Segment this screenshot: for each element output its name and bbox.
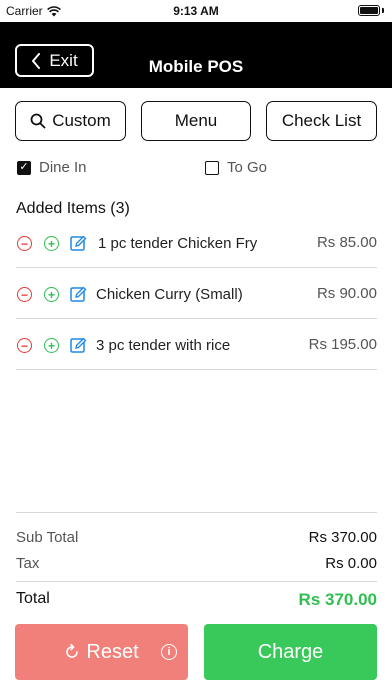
item-name: Chicken Curry (Small) <box>96 286 243 303</box>
edit-icon[interactable] <box>70 337 87 354</box>
dine-in-label: Dine In <box>39 159 87 176</box>
order-mode: ✓ Dine In To Go <box>0 159 392 179</box>
subtotal-value: Rs 370.00 <box>308 529 377 546</box>
items-heading: Added Items (3) <box>16 200 130 217</box>
minus-circle-icon[interactable]: − <box>17 236 32 251</box>
info-icon[interactable]: i <box>161 644 177 660</box>
charge-label: Charge <box>257 640 324 663</box>
search-icon <box>30 113 46 129</box>
charge-button[interactable]: Charge <box>204 624 377 680</box>
dine-in-checkbox[interactable]: ✓ <box>17 160 31 175</box>
battery-icon <box>358 5 384 17</box>
total-value: Rs 370.00 <box>298 590 377 609</box>
status-bar: Carrier 9:13 AM <box>0 0 392 22</box>
to-go-label: To Go <box>227 159 268 176</box>
reset-label: Reset <box>86 640 139 663</box>
item-name: 1 pc tender Chicken Fry <box>98 235 258 252</box>
divider <box>16 581 377 582</box>
list-item: − + 3 pc tender with rice Rs 195.00 <box>16 319 377 370</box>
status-time: 9:13 AM <box>173 4 219 18</box>
page-title: Mobile POS <box>148 57 244 76</box>
to-go-option[interactable]: To Go <box>205 159 267 176</box>
item-list: − + 1 pc tender Chicken Fry Rs 85.00 − +… <box>16 217 377 370</box>
menu-label: Menu <box>174 111 218 130</box>
plus-circle-icon[interactable]: + <box>44 236 59 251</box>
item-price: Rs 85.00 <box>316 234 377 251</box>
divider <box>16 512 377 513</box>
minus-circle-icon[interactable]: − <box>17 287 32 302</box>
menu-button[interactable]: Menu <box>141 101 251 141</box>
toolbar: Custom Menu Check List <box>0 101 392 141</box>
edit-icon[interactable] <box>70 235 87 252</box>
item-price: Rs 90.00 <box>316 285 377 302</box>
edit-icon[interactable] <box>70 286 87 303</box>
check-list-label: Check List <box>281 111 362 130</box>
list-item: − + Chicken Curry (Small) Rs 90.00 <box>16 268 377 319</box>
to-go-checkbox[interactable] <box>205 160 219 175</box>
plus-circle-icon[interactable]: + <box>44 338 59 353</box>
dine-in-option[interactable]: ✓ Dine In <box>17 159 87 176</box>
plus-circle-icon[interactable]: + <box>44 287 59 302</box>
subtotal-label: Sub Total <box>16 529 79 546</box>
refresh-icon <box>66 644 79 658</box>
list-item: − + 1 pc tender Chicken Fry Rs 85.00 <box>16 217 377 268</box>
minus-circle-icon[interactable]: − <box>17 338 32 353</box>
reset-button[interactable]: Reset i <box>15 624 188 680</box>
tax-label: Tax <box>16 555 40 572</box>
nav-bar: Exit Mobile POS <box>0 22 392 88</box>
total-label: Total <box>16 590 50 607</box>
custom-label: Custom <box>52 111 111 130</box>
check-list-button[interactable]: Check List <box>266 101 377 141</box>
item-price: Rs 195.00 <box>308 336 377 353</box>
item-name: 3 pc tender with rice <box>96 337 231 354</box>
custom-button[interactable]: Custom <box>15 101 126 141</box>
tax-value: Rs 0.00 <box>325 555 377 572</box>
